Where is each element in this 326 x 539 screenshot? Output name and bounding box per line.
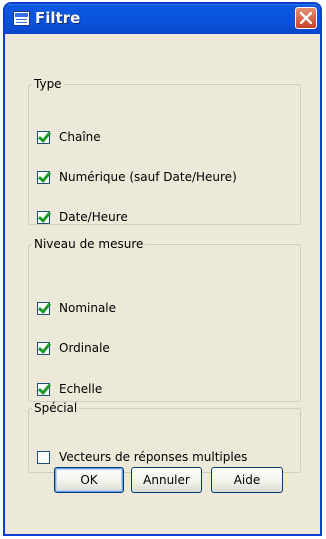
- filter-dialog: Filtre Type Chaîne Numérique (sauf Date/…: [3, 2, 322, 536]
- type-group: Type Chaîne Numérique (sauf Date/Heure) …: [28, 77, 301, 225]
- ok-button[interactable]: OK: [54, 467, 124, 493]
- checkbox-box[interactable]: [37, 170, 50, 184]
- annuler-button[interactable]: Annuler: [131, 467, 202, 493]
- checkbox-nominale[interactable]: Nominale: [37, 299, 116, 317]
- checkbox-box[interactable]: [37, 130, 50, 144]
- checkbox-label: Numérique (sauf Date/Heure): [59, 170, 237, 184]
- checkbox-box[interactable]: [37, 382, 50, 396]
- close-icon: [300, 12, 312, 24]
- dialog-icon: [13, 11, 30, 26]
- special-group: Spécial Vecteurs de réponses multiples: [28, 401, 301, 473]
- checkbox-date-heure[interactable]: Date/Heure: [37, 208, 128, 226]
- close-button[interactable]: [295, 7, 317, 29]
- title-bar[interactable]: Filtre: [5, 4, 320, 34]
- checkbox-box[interactable]: [37, 301, 50, 315]
- checkbox-box[interactable]: [37, 210, 50, 224]
- checkbox-label: Date/Heure: [59, 210, 128, 224]
- checkbox-ordinale[interactable]: Ordinale: [37, 339, 110, 357]
- aide-button[interactable]: Aide: [211, 467, 283, 493]
- window-title: Filtre: [35, 9, 81, 27]
- checkbox-box[interactable]: [37, 341, 50, 355]
- checkbox-label: Nominale: [59, 301, 117, 315]
- checkbox-label: Vecteurs de réponses multiples: [59, 450, 248, 464]
- checkbox-echelle[interactable]: Echelle: [37, 380, 102, 398]
- niveau-mesure-group: Niveau de mesure Nominale Ordinale Echel…: [28, 237, 301, 402]
- niveau-mesure-legend: Niveau de mesure: [34, 237, 144, 251]
- checkbox-chaine[interactable]: Chaîne: [37, 128, 101, 146]
- checkbox-numerique[interactable]: Numérique (sauf Date/Heure): [37, 168, 237, 186]
- checkbox-label: Chaîne: [59, 130, 101, 144]
- special-group-legend: Spécial: [34, 401, 78, 415]
- checkbox-label: Ordinale: [59, 341, 110, 355]
- checkbox-label: Echelle: [59, 382, 103, 396]
- type-group-legend: Type: [34, 77, 62, 91]
- checkbox-box[interactable]: [37, 450, 50, 464]
- checkbox-vecteurs[interactable]: Vecteurs de réponses multiples: [37, 448, 247, 466]
